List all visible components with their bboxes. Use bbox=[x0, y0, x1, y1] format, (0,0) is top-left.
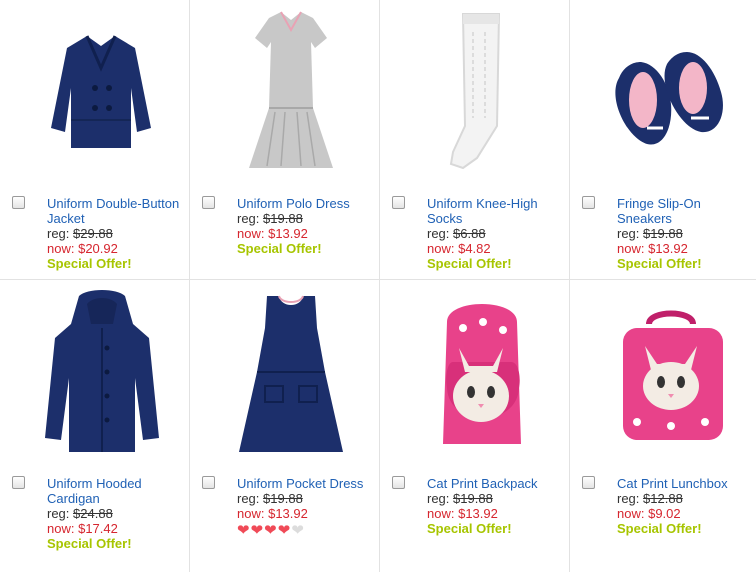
product-name-link[interactable]: Fringe Slip-On Sneakers bbox=[617, 196, 756, 226]
sale-price: now: $9.02 bbox=[617, 506, 681, 521]
compare-checkbox[interactable] bbox=[392, 196, 405, 209]
regular-price-value: $12.88 bbox=[643, 491, 683, 506]
regular-price-value: $19.88 bbox=[263, 491, 303, 506]
special-offer-label[interactable]: Special Offer! bbox=[617, 521, 756, 536]
regular-price-value: $6.88 bbox=[453, 226, 486, 241]
navy-hooded-cardigan-image bbox=[45, 290, 159, 452]
navy-slip-on-sneakers-image bbox=[615, 52, 723, 145]
product-info: Fringe Slip-On Sneakers reg: $19.88 now:… bbox=[617, 196, 756, 271]
heart-filled-icon: ❤ bbox=[250, 522, 265, 539]
regular-price-value: $19.88 bbox=[643, 226, 683, 241]
product-card: Cat Print Backpack reg: $19.88 now: $13.… bbox=[380, 280, 570, 566]
regular-price: reg: $19.88 bbox=[427, 491, 493, 506]
product-info: Cat Print Lunchbox reg: $12.88 now: $9.0… bbox=[617, 476, 756, 536]
regular-price-value: $29.88 bbox=[73, 226, 113, 241]
compare-checkbox[interactable] bbox=[12, 196, 25, 209]
product-name-link[interactable]: Uniform Polo Dress bbox=[237, 196, 377, 211]
product-card: Cat Print Lunchbox reg: $12.88 now: $9.0… bbox=[570, 280, 756, 566]
sale-price-value: $4.82 bbox=[458, 241, 491, 256]
regular-price: reg: $19.88 bbox=[237, 491, 303, 506]
sale-price: now: $13.92 bbox=[427, 506, 498, 521]
white-knee-sock-image bbox=[449, 13, 501, 170]
compare-checkbox[interactable] bbox=[202, 476, 215, 489]
product-name-link[interactable]: Uniform Pocket Dress bbox=[237, 476, 377, 491]
product-info: Uniform Pocket Dress reg: $19.88 now: $1… bbox=[237, 476, 377, 538]
product-card: Uniform Polo Dress reg: $19.88 now: $13.… bbox=[190, 0, 380, 286]
product-info: Cat Print Backpack reg: $19.88 now: $13.… bbox=[427, 476, 567, 536]
pink-cat-backpack-image bbox=[443, 304, 521, 444]
sale-price-value: $13.92 bbox=[268, 506, 308, 521]
regular-price: reg: $19.88 bbox=[237, 211, 303, 226]
product-info: Uniform Knee-High Socks reg: $6.88 now: … bbox=[427, 196, 567, 271]
product-image[interactable] bbox=[407, 8, 555, 180]
product-image[interactable] bbox=[597, 288, 745, 460]
product-image[interactable] bbox=[27, 288, 175, 460]
heart-filled-icon: ❤ bbox=[237, 522, 251, 539]
product-card: Uniform Pocket Dress reg: $19.88 now: $1… bbox=[190, 280, 380, 566]
product-image[interactable] bbox=[407, 288, 555, 460]
regular-price: reg: $24.88 bbox=[47, 506, 113, 521]
compare-checkbox[interactable] bbox=[12, 476, 25, 489]
sale-price-value: $13.92 bbox=[268, 226, 308, 241]
sale-price: now: $13.92 bbox=[617, 241, 688, 256]
product-image[interactable] bbox=[597, 8, 745, 180]
navy-peacoat-jacket-image bbox=[51, 35, 151, 148]
product-name-link[interactable]: Uniform Double-Button Jacket bbox=[47, 196, 187, 226]
sale-price: now: $13.92 bbox=[237, 506, 308, 521]
product-image[interactable] bbox=[217, 8, 365, 180]
sale-price: now: $20.92 bbox=[47, 241, 118, 256]
regular-price: reg: $6.88 bbox=[427, 226, 486, 241]
product-card: Fringe Slip-On Sneakers reg: $19.88 now:… bbox=[570, 0, 756, 286]
product-card: Uniform Double-Button Jacket reg: $29.88… bbox=[0, 0, 190, 286]
regular-price-value: $19.88 bbox=[453, 491, 493, 506]
product-info: Uniform Double-Button Jacket reg: $29.88… bbox=[47, 196, 187, 271]
navy-jumper-dress-image bbox=[239, 295, 343, 452]
sale-price-value: $17.42 bbox=[78, 521, 118, 536]
sale-price: now: $4.82 bbox=[427, 241, 491, 256]
compare-checkbox[interactable] bbox=[582, 476, 595, 489]
product-image[interactable] bbox=[217, 288, 365, 460]
product-grid: Uniform Double-Button Jacket reg: $29.88… bbox=[0, 0, 756, 572]
heart-filled-icon: ❤ bbox=[277, 522, 292, 539]
regular-price: reg: $19.88 bbox=[617, 226, 683, 241]
product-name-link[interactable]: Cat Print Lunchbox bbox=[617, 476, 756, 491]
product-name-link[interactable]: Uniform Knee-High Socks bbox=[427, 196, 567, 226]
sale-price-value: $9.02 bbox=[648, 506, 681, 521]
product-card: Uniform Knee-High Socks reg: $6.88 now: … bbox=[380, 0, 570, 286]
pink-cat-lunchbox-image bbox=[623, 310, 723, 440]
special-offer-label[interactable]: Special Offer! bbox=[47, 536, 187, 551]
heart-empty-icon: ❤ bbox=[291, 522, 305, 539]
compare-checkbox[interactable] bbox=[392, 476, 405, 489]
sale-price-value: $13.92 bbox=[648, 241, 688, 256]
regular-price: reg: $29.88 bbox=[47, 226, 113, 241]
product-image[interactable] bbox=[27, 8, 175, 180]
compare-checkbox[interactable] bbox=[202, 196, 215, 209]
special-offer-label[interactable]: Special Offer! bbox=[47, 256, 187, 271]
sale-price: now: $13.92 bbox=[237, 226, 308, 241]
special-offer-label[interactable]: Special Offer! bbox=[617, 256, 756, 271]
product-info: Uniform Polo Dress reg: $19.88 now: $13.… bbox=[237, 196, 377, 256]
rating-hearts[interactable]: ❤❤❤❤❤ bbox=[237, 523, 377, 538]
sale-price: now: $17.42 bbox=[47, 521, 118, 536]
special-offer-label[interactable]: Special Offer! bbox=[427, 256, 567, 271]
sale-price-value: $20.92 bbox=[78, 241, 118, 256]
sale-price-value: $13.92 bbox=[458, 506, 498, 521]
product-name-link[interactable]: Uniform Hooded Cardigan bbox=[47, 476, 187, 506]
special-offer-label[interactable]: Special Offer! bbox=[237, 241, 377, 256]
special-offer-label[interactable]: Special Offer! bbox=[427, 521, 567, 536]
regular-price: reg: $12.88 bbox=[617, 491, 683, 506]
regular-price-value: $19.88 bbox=[263, 211, 303, 226]
heart-filled-icon: ❤ bbox=[264, 522, 278, 539]
compare-checkbox[interactable] bbox=[582, 196, 595, 209]
regular-price-value: $24.88 bbox=[73, 506, 113, 521]
product-name-link[interactable]: Cat Print Backpack bbox=[427, 476, 567, 491]
gray-polo-dress-image bbox=[249, 11, 333, 168]
product-info: Uniform Hooded Cardigan reg: $24.88 now:… bbox=[47, 476, 187, 551]
product-card: Uniform Hooded Cardigan reg: $24.88 now:… bbox=[0, 280, 190, 566]
